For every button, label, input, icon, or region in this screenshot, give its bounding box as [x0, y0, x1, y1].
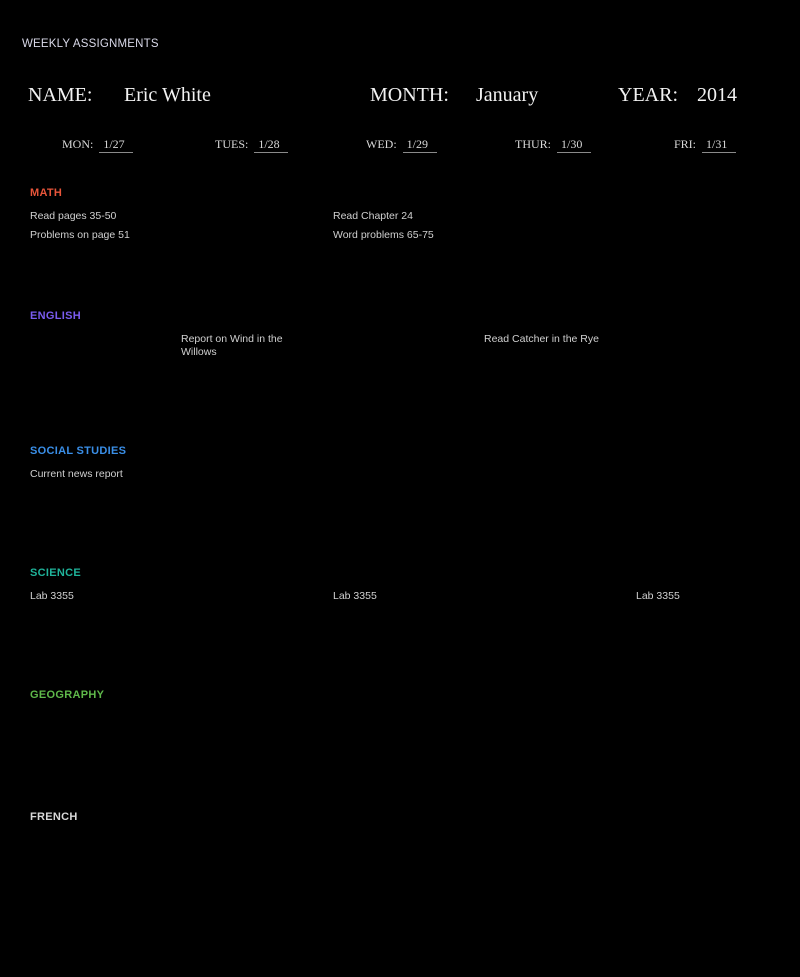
day-wednesday: WED: 1/29: [366, 137, 437, 153]
section-title-geography: GEOGRAPHY: [30, 689, 105, 701]
section-title-french: FRENCH: [30, 811, 78, 823]
day-tuesday: TUES: 1/28: [215, 137, 289, 153]
day-date: 1/28: [254, 137, 289, 153]
math-wed-line-2: Word problems 65-75: [333, 229, 434, 241]
section-science: SCIENCE Lab 3355 Lab 3355 Lab 3355: [0, 567, 800, 677]
science-mon-entry: Lab 3355: [30, 590, 74, 602]
day-friday: FRI: 1/31: [674, 137, 737, 153]
section-title-science: SCIENCE: [30, 567, 81, 579]
day-row: MON: 1/27 TUES: 1/28 WED: 1/29 THUR: 1/30 FR…: [0, 137, 800, 155]
math-wed-line-1: Read Chapter 24: [333, 210, 413, 222]
day-label: WED:: [366, 137, 397, 151]
name-label: NAME:: [28, 84, 93, 106]
day-date: 1/27: [99, 137, 134, 153]
year-value: 2014: [697, 84, 737, 106]
math-mon-line-1: Read pages 35-50: [30, 210, 117, 222]
day-label: THUR:: [515, 137, 551, 151]
day-thursday: THUR: 1/30: [515, 137, 591, 153]
day-date: 1/31: [702, 137, 737, 153]
section-english: ENGLISH Report on Wind in the Willows Re…: [0, 310, 800, 430]
document-label: WEEKLY ASSIGNMENTS: [22, 38, 159, 50]
section-math: MATH Read pages 35-50 Problems on page 5…: [0, 187, 800, 297]
section-title-english: ENGLISH: [30, 310, 81, 322]
science-wed-entry: Lab 3355: [333, 590, 377, 602]
section-social-studies: SOCIAL STUDIES Current news report: [0, 445, 800, 555]
section-title-social-studies: SOCIAL STUDIES: [30, 445, 127, 457]
section-geography: GEOGRAPHY: [0, 689, 800, 799]
month-value: January: [476, 84, 539, 106]
day-date: 1/29: [402, 137, 437, 153]
day-label: FRI:: [674, 137, 697, 151]
section-french: FRENCH: [0, 811, 800, 921]
day-label: MON:: [62, 137, 94, 151]
day-monday: MON: 1/27: [62, 137, 134, 153]
social-studies-mon-entry: Current news report: [30, 468, 123, 480]
header-row: NAME: Eric White MONTH: January YEAR: 20…: [0, 84, 800, 114]
name-value: Eric White: [124, 84, 211, 106]
section-title-math: MATH: [30, 187, 63, 199]
day-label: TUES:: [215, 137, 249, 151]
day-date: 1/30: [557, 137, 591, 153]
month-label: MONTH:: [370, 84, 449, 106]
year-label: YEAR:: [618, 84, 678, 106]
english-tue-entry: Report on Wind in the Willows: [181, 333, 283, 358]
english-thu-entry: Read Catcher in the Rye: [484, 333, 599, 345]
science-fri-entry: Lab 3355: [636, 590, 680, 602]
math-mon-line-2: Problems on page 51: [30, 229, 130, 241]
